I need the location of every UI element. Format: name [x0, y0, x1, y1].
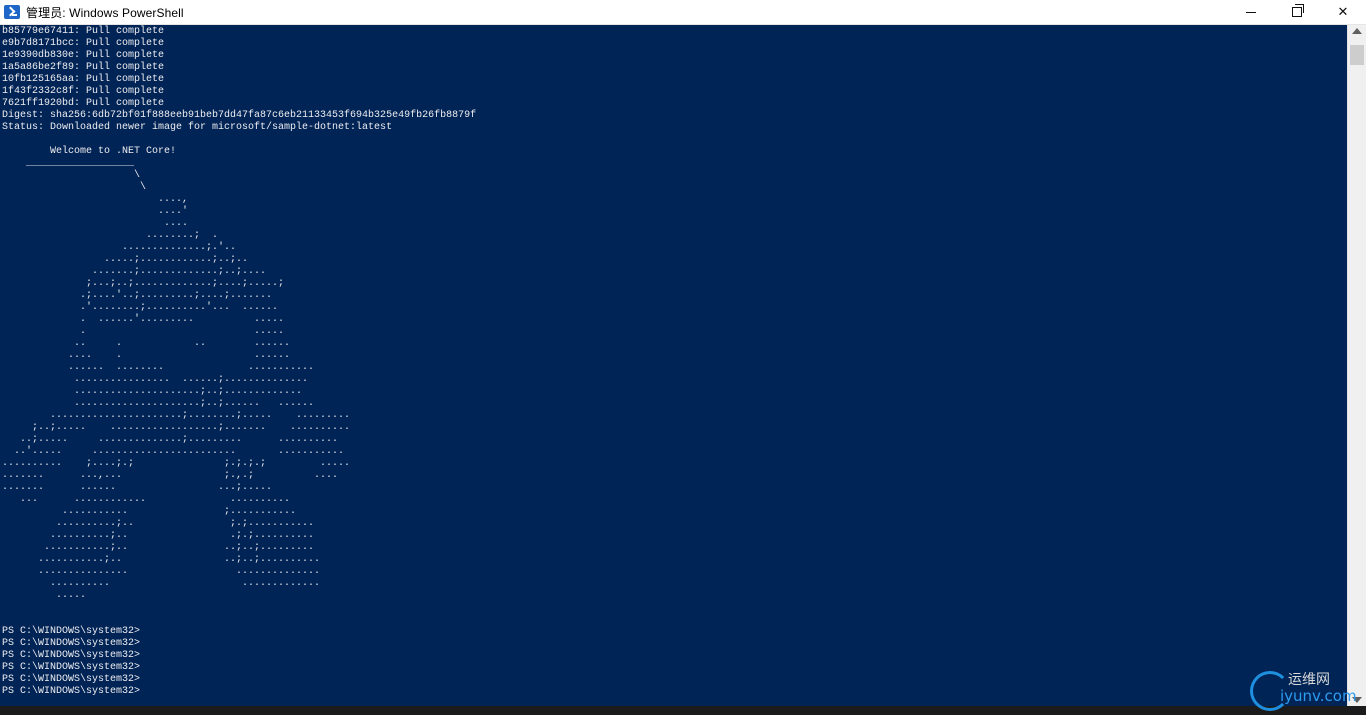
console-line: ....,: [2, 194, 189, 205]
console-line: PS C:\WINDOWS\system32>: [2, 650, 141, 661]
minimize-button[interactable]: [1228, 0, 1274, 24]
console-line: 1f43f2332c8f: Pull complete: [2, 86, 165, 97]
console-line: ... ............ ..........: [2, 494, 291, 505]
console-line: ...... ........ ...........: [2, 362, 315, 373]
console-line: . ......'......... .....: [2, 314, 285, 325]
maximize-button[interactable]: [1274, 0, 1320, 24]
console-line: ....': [2, 206, 189, 217]
console-line: ...........;.. ..;..;.........: [2, 542, 315, 553]
watermark-bottom-text: iyunv.com: [1280, 687, 1357, 705]
console-line: Status: Downloaded newer image for micro…: [2, 122, 393, 133]
close-button[interactable]: ✕: [1320, 0, 1366, 24]
console-line: \: [2, 170, 141, 181]
powershell-icon: [4, 5, 20, 19]
console-line: b85779e67411: Pull complete: [2, 26, 165, 37]
console-line: .......... .............: [2, 578, 321, 589]
console-line: 1e9390db830e: Pull complete: [2, 50, 165, 61]
console-line: ..........;.. .;.;..........: [2, 530, 315, 541]
scrollbar-thumb[interactable]: [1350, 45, 1364, 65]
console-line: .'........;..........'... ......: [2, 302, 279, 313]
console-line: ..............;.'..: [2, 242, 237, 253]
console-line: .....................;..;.............: [2, 386, 303, 397]
console-line: ....... ...... ...;.....: [2, 482, 273, 493]
window-title: 管理员: Windows PowerShell: [26, 5, 184, 20]
console-line: ;..;..... ..................;....... ...…: [2, 422, 351, 433]
console-line: ...........;.. ..;..;..........: [2, 554, 321, 565]
console-line: PS C:\WINDOWS\system32>: [2, 662, 141, 673]
console-line: ........... ;...........: [2, 506, 297, 517]
console-line: ............... ..............: [2, 566, 321, 577]
console-line: \: [2, 182, 147, 193]
console-line: PS C:\WINDOWS\system32>: [2, 674, 141, 685]
taskbar-edge: [0, 706, 1366, 715]
minimize-icon: [1246, 11, 1256, 13]
console-line: .. . .. ......: [2, 338, 291, 349]
console-line: ......................;........;..... ..…: [2, 410, 351, 421]
console-line: Digest: sha256:6db72bf01f888eeb91beb7dd4…: [2, 110, 477, 121]
scroll-up-icon[interactable]: [1352, 28, 1362, 34]
console-line: e9b7d8171bcc: Pull complete: [2, 38, 165, 49]
console-line: ....... ...,... ;.,.; ....: [2, 470, 339, 481]
console-line: PS C:\WINDOWS\system32>: [2, 626, 141, 637]
console-line: .....................;..;...... ......: [2, 398, 315, 409]
console-line: ....: [2, 218, 189, 229]
close-icon: ✕: [1337, 4, 1349, 20]
console-line: .....: [2, 590, 87, 601]
console-line: 7621ff1920bd: Pull complete: [2, 98, 165, 109]
console-line: .......... ;....;.; ;.;.;.; .....: [2, 458, 351, 469]
window-controls: ✕: [1228, 0, 1366, 24]
console-line: .;....'..;.........;....;.......: [2, 290, 273, 301]
watermark-top-text: 运维网: [1288, 672, 1330, 688]
console-line: ..........;.. ;.;...........: [2, 518, 315, 529]
console-line: ........; .: [2, 230, 219, 241]
console-line: ..;..... ..............;......... ......…: [2, 434, 339, 445]
console-text: b85779e67411: Pull complete e9b7d8171bcc:…: [2, 26, 476, 698]
console-line: 1a5a86be2f89: Pull complete: [2, 62, 165, 73]
console-line: ..'..... ........................ ......…: [2, 446, 345, 457]
console-line: PS C:\WINDOWS\system32>: [2, 686, 141, 697]
console-line: .... . ......: [2, 350, 291, 361]
console-line: .......;.............;..;....: [2, 266, 267, 277]
console-line: 10fb125165aa: Pull complete: [2, 74, 165, 85]
restore-icon: [1292, 4, 1304, 17]
console-output-area[interactable]: b85779e67411: Pull complete e9b7d8171bcc:…: [0, 25, 1348, 706]
vertical-scrollbar[interactable]: [1347, 25, 1366, 706]
console-line: .....;............;..;..: [2, 254, 249, 265]
console-line: ................ ......;..............: [2, 374, 309, 385]
title-bar[interactable]: 管理员: Windows PowerShell ✕: [0, 0, 1366, 25]
site-watermark: 运维网 iyunv.com: [1250, 667, 1360, 711]
console-line: PS C:\WINDOWS\system32>: [2, 638, 141, 649]
console-line: __________________: [2, 158, 135, 169]
console-line: . .....: [2, 326, 285, 337]
console-line: ;...;..;.............;....;.....;: [2, 278, 285, 289]
console-line: Welcome to .NET Core!: [2, 146, 177, 157]
